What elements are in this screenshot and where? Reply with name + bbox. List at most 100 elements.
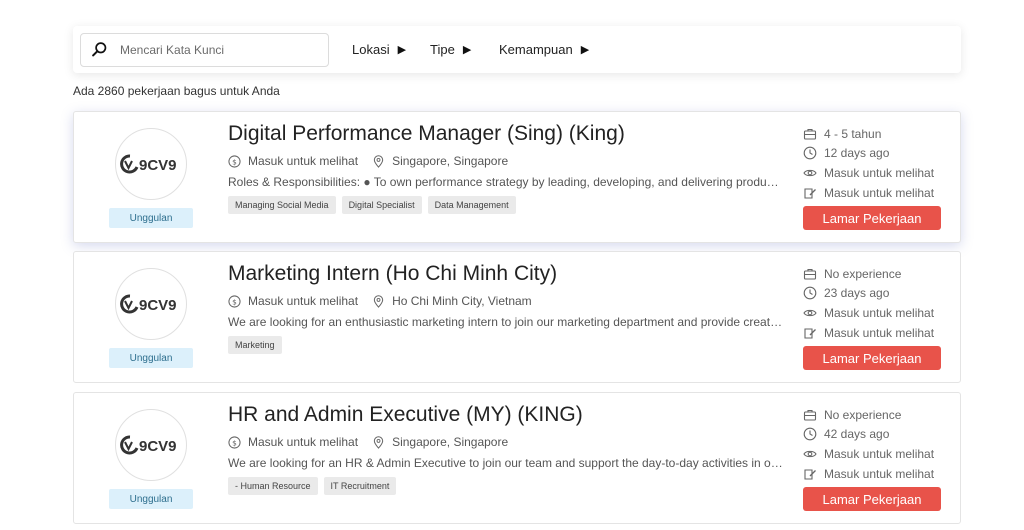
featured-badge: Unggulan [109, 348, 193, 368]
skill-tags: - Human Resource IT Recruitment [228, 477, 397, 495]
clock-icon [803, 147, 817, 160]
job-description: Roles & Responsibilities: ● To own perfo… [228, 175, 784, 189]
svg-text:$: $ [232, 438, 237, 447]
skill-tags: Marketing [228, 336, 282, 354]
experience-text: 4 - 5 tahun [824, 126, 882, 141]
experience-row: No experience [803, 405, 934, 425]
clock-icon [803, 287, 817, 300]
posted-text: 42 days ago [824, 427, 890, 442]
experience-text: No experience [824, 266, 902, 281]
dollar-circle-icon: $ [228, 294, 241, 308]
views-row: Masuk untuk melihat [803, 163, 934, 183]
search-input[interactable] [120, 42, 310, 57]
job-card[interactable]: 9CV9 Unggulan Marketing Intern (Ho Chi M… [73, 251, 961, 383]
salary-text: Masuk untuk melihat [248, 154, 359, 168]
skill-tag[interactable]: - Human Resource [228, 477, 318, 495]
filter-type-label: Tipe [430, 42, 455, 57]
experience-row: 4 - 5 tahun [803, 124, 934, 144]
job-details: No experience 23 days ago Masuk untuk me… [803, 264, 934, 342]
location-text: Singapore, Singapore [392, 435, 509, 449]
applicants-text: Masuk untuk melihat [824, 325, 935, 340]
applicant-icon [804, 469, 816, 480]
logo-text: 9CV9 [139, 438, 177, 455]
company-logo-mark: 9CV9 [120, 154, 177, 174]
company-logo[interactable]: 9CV9 [115, 268, 187, 340]
featured-badge: Unggulan [109, 489, 193, 509]
map-pin-icon [373, 294, 384, 308]
salary-text: Masuk untuk melihat [248, 294, 359, 308]
dollar-circle-icon: $ [228, 154, 241, 168]
filter-skills-label: Kemampuan [499, 42, 573, 57]
job-title[interactable]: HR and Admin Executive (MY) (KING) [228, 403, 583, 427]
featured-badge: Unggulan [109, 208, 193, 228]
applicants-text: Masuk untuk melihat [824, 466, 935, 481]
results-count: Ada 2860 pekerjaan bagus untuk Anda [73, 84, 280, 98]
dollar-circle-icon: $ [228, 435, 241, 449]
location-text: Ho Chi Minh City, Vietnam [392, 294, 532, 308]
caret-right-icon: ▶ [397, 44, 407, 56]
job-title[interactable]: Marketing Intern (Ho Chi Minh City) [228, 262, 557, 286]
skill-tag[interactable]: Data Management [427, 196, 516, 214]
logo-text: 9CV9 [139, 297, 177, 314]
briefcase-icon [803, 268, 817, 280]
salary-text: Masuk untuk melihat [248, 435, 359, 449]
applicant-icon [804, 328, 816, 339]
posted-text: 12 days ago [824, 146, 890, 161]
posted-text: 23 days ago [824, 286, 890, 301]
location: Singapore, Singapore [372, 435, 508, 449]
filter-location-label: Lokasi [352, 42, 390, 57]
applicants-text: Masuk untuk melihat [824, 185, 935, 200]
views-text: Masuk untuk melihat [824, 165, 935, 180]
briefcase-icon [803, 409, 817, 421]
location: Singapore, Singapore [372, 154, 508, 168]
posted-row: 12 days ago [803, 144, 934, 164]
apply-button[interactable]: Lamar Pekerjaan [803, 487, 941, 511]
skill-tag[interactable]: IT Recruitment [323, 477, 397, 495]
job-title[interactable]: Digital Performance Manager (Sing) (King… [228, 122, 625, 146]
filter-location[interactable]: Lokasi ▶ [352, 42, 406, 57]
job-description: We are looking for an enthusiastic marke… [228, 315, 784, 329]
skill-tag[interactable]: Managing Social Media [228, 196, 336, 214]
job-card[interactable]: 9CV9 Unggulan HR and Admin Executive (MY… [73, 392, 961, 524]
map-pin-icon [373, 154, 384, 168]
eye-icon [803, 169, 817, 177]
eye-icon [803, 309, 817, 317]
skill-tag[interactable]: Marketing [228, 336, 282, 354]
applicants-row: Masuk untuk melihat [803, 464, 934, 484]
job-details: 4 - 5 tahun 12 days ago Masuk untuk meli… [803, 124, 934, 202]
company-logo[interactable]: 9CV9 [115, 409, 187, 481]
posted-row: 23 days ago [803, 284, 934, 304]
logo-text: 9CV9 [139, 157, 177, 174]
location-text: Singapore, Singapore [392, 154, 509, 168]
job-meta: $ Masuk untuk melihat Singapore, Singapo… [228, 154, 508, 168]
experience-text: No experience [824, 407, 902, 422]
applicant-icon [804, 188, 816, 199]
job-description: We are looking for an HR & Admin Executi… [228, 456, 784, 470]
skill-tags: Managing Social Media Digital Specialist… [228, 196, 516, 214]
search-box[interactable] [80, 32, 329, 67]
skill-tag[interactable]: Digital Specialist [341, 196, 422, 214]
posted-row: 42 days ago [803, 425, 934, 445]
filter-skills[interactable]: Kemampuan ▶ [499, 42, 589, 57]
views-row: Masuk untuk melihat [803, 303, 934, 323]
views-row: Masuk untuk melihat [803, 444, 934, 464]
briefcase-icon [803, 128, 817, 140]
applicants-row: Masuk untuk melihat [803, 323, 934, 343]
caret-right-icon: ▶ [580, 44, 590, 56]
svg-text:$: $ [232, 297, 237, 306]
apply-button[interactable]: Lamar Pekerjaan [803, 206, 941, 230]
job-meta: $ Masuk untuk melihat Singapore, Singapo… [228, 435, 508, 449]
search-bar: Lokasi ▶ Tipe ▶ Kemampuan ▶ [73, 26, 961, 73]
search-icon [92, 42, 107, 57]
applicants-row: Masuk untuk melihat [803, 183, 934, 203]
caret-right-icon: ▶ [462, 44, 472, 56]
eye-icon [803, 450, 817, 458]
clock-icon [803, 428, 817, 441]
experience-row: No experience [803, 264, 934, 284]
svg-text:$: $ [232, 157, 237, 166]
apply-button[interactable]: Lamar Pekerjaan [803, 346, 941, 370]
filter-type[interactable]: Tipe ▶ [430, 42, 471, 57]
job-meta: $ Masuk untuk melihat Ho Chi Minh City, … [228, 294, 532, 308]
company-logo[interactable]: 9CV9 [115, 128, 187, 200]
job-card[interactable]: 9CV9 Unggulan Digital Performance Manage… [73, 111, 961, 243]
